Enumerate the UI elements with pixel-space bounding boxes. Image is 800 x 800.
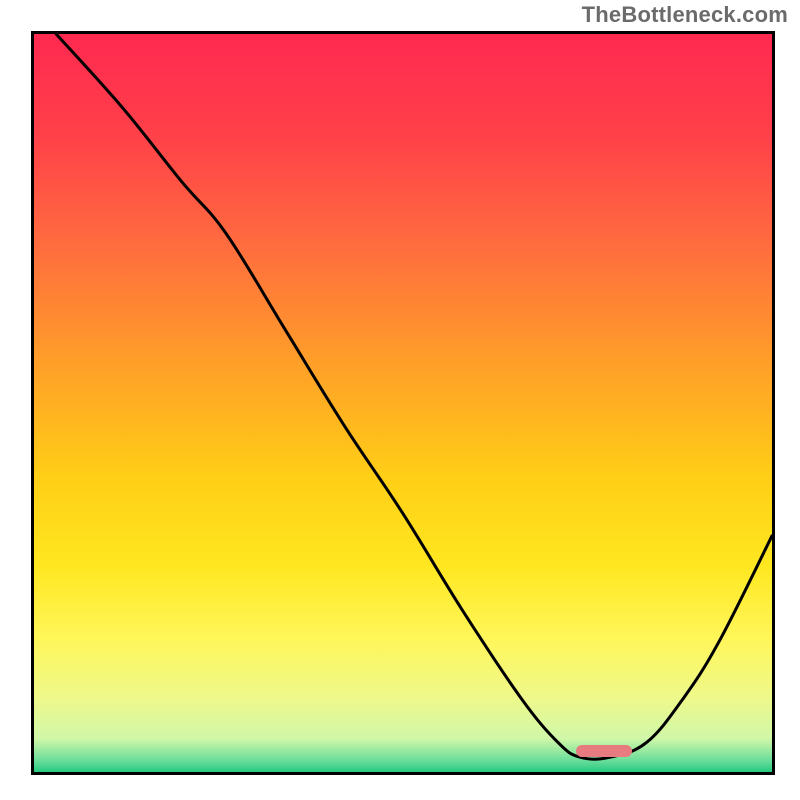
minimum-marker (576, 745, 631, 757)
chart-root: TheBottleneck.com (0, 0, 800, 800)
plot-svg (34, 34, 772, 772)
gradient-bg (34, 34, 772, 772)
plot-area (31, 31, 775, 775)
watermark-text: TheBottleneck.com (582, 2, 788, 28)
